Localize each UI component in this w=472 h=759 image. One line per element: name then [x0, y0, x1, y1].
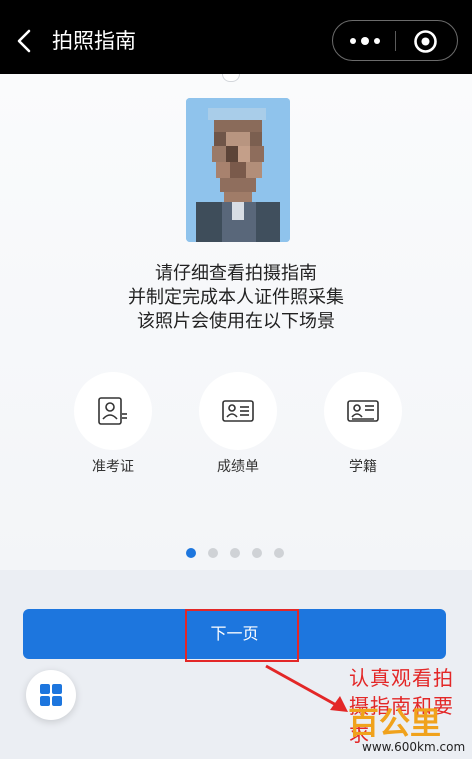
watermark-url: www.600km.com [362, 740, 466, 754]
page-indicator [186, 548, 286, 560]
floating-menu-button[interactable] [26, 670, 76, 720]
scene-admission-ticket: 准考证 [74, 372, 152, 476]
page-title: 拍照指南 [52, 29, 136, 53]
more-dots-icon[interactable] [347, 33, 383, 49]
instruction-line-2: 并制定完成本人证件照采集 [128, 287, 344, 308]
page-dot-active[interactable] [186, 548, 196, 558]
instruction-text: 请仔细查看拍摄指南 并制定完成本人证件照采集 该照片会使用在以下场景 [0, 262, 472, 334]
scene-circle [199, 372, 277, 450]
admission-ticket-icon [98, 397, 127, 425]
grid-menu-icon [40, 684, 62, 706]
close-target-icon[interactable] [413, 29, 438, 54]
scene-circle [74, 372, 152, 450]
guide-content: 请仔细查看拍摄指南 并制定完成本人证件照采集 该照片会使用在以下场景 准考证 成… [0, 74, 472, 570]
transcript-card-icon [222, 400, 254, 422]
watermark: 百公里 www.600km.com [340, 706, 472, 759]
scene-transcript: 成绩单 [199, 372, 277, 476]
student-record-icon [347, 400, 379, 422]
page-dot[interactable] [208, 548, 218, 558]
instruction-line-3: 该照片会使用在以下场景 [137, 311, 335, 332]
pixelated-portrait-image [186, 98, 290, 242]
page-dot[interactable] [274, 548, 284, 558]
scene-label: 学籍 [349, 459, 377, 475]
watermark-brand: 百公里 [348, 706, 441, 742]
scene-circle [324, 372, 402, 450]
scene-student-record: 学籍 [324, 372, 402, 476]
page-dot[interactable] [230, 548, 240, 558]
back-arrow-icon[interactable] [15, 29, 35, 53]
scene-label: 准考证 [92, 459, 134, 475]
navigation-bar: 拍照指南 [0, 0, 472, 74]
instruction-line-1: 请仔细查看拍摄指南 [155, 263, 317, 284]
mini-program-capsule [332, 20, 458, 61]
pull-tab [222, 74, 240, 82]
scene-label: 成绩单 [217, 459, 259, 475]
page-dot[interactable] [252, 548, 262, 558]
capsule-divider [395, 31, 396, 51]
sample-id-photo [186, 98, 290, 242]
red-highlight-box [185, 609, 299, 662]
